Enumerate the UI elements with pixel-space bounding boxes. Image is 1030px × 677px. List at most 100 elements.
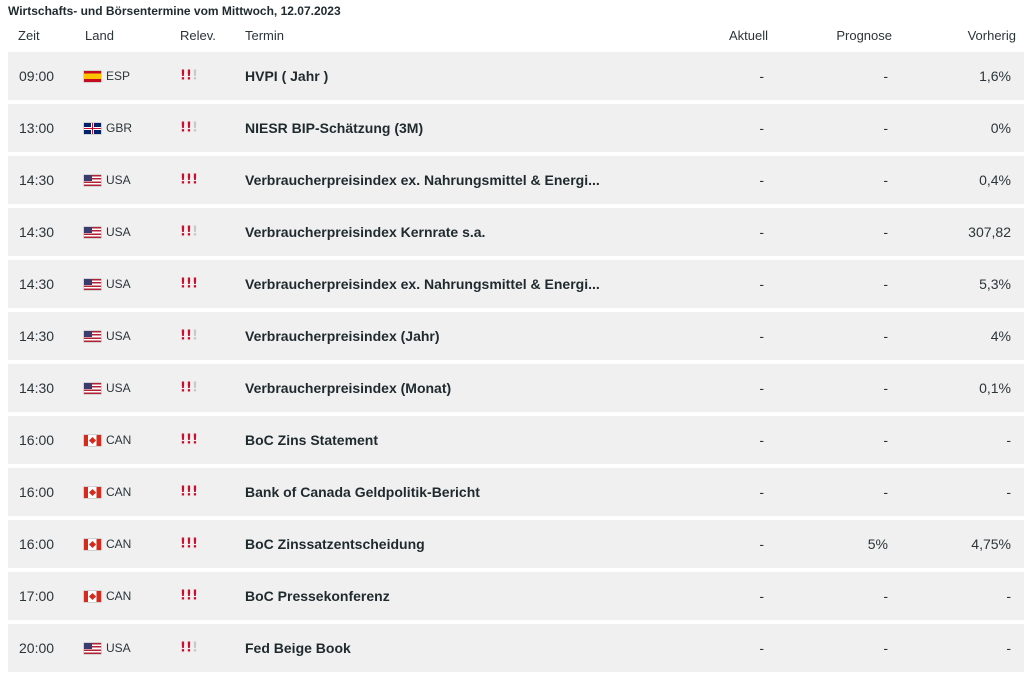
event-vorherig: - bbox=[1006, 588, 1011, 604]
event-prognose: - bbox=[883, 224, 888, 240]
exclamation-icon: ! bbox=[180, 484, 186, 500]
column-header-zeit[interactable]: Zeit bbox=[18, 28, 40, 43]
country-code: CAN bbox=[106, 537, 132, 551]
event-name[interactable]: Verbraucherpreisindex ex. Nahrungsmittel… bbox=[245, 172, 600, 188]
event-prognose: - bbox=[883, 172, 888, 188]
event-vorherig: 307,82 bbox=[968, 224, 1011, 240]
event-vorherig: 0,4% bbox=[979, 172, 1011, 188]
flag-icon bbox=[84, 382, 101, 394]
event-vorherig: - bbox=[1006, 640, 1011, 656]
event-name[interactable]: BoC Pressekonferenz bbox=[245, 588, 390, 604]
exclamation-icon: ! bbox=[192, 68, 198, 84]
table-row[interactable]: 16:00 CAN!!! BoC Zins Statement - - - bbox=[8, 416, 1024, 464]
country-code: CAN bbox=[106, 589, 132, 603]
column-header-aktuell[interactable]: Aktuell bbox=[729, 28, 768, 43]
event-prognose: 5% bbox=[867, 536, 888, 552]
event-vorherig: 1,6% bbox=[979, 68, 1011, 84]
event-name[interactable]: Verbraucherpreisindex (Monat) bbox=[245, 380, 451, 396]
table-row[interactable]: 14:30 USA!!! Verbraucherpreisindex ex. Nah… bbox=[8, 156, 1024, 204]
event-aktuell: - bbox=[759, 484, 764, 500]
table-row[interactable]: 14:30 USA!!! Verbraucherpreisindex (Jahr) -… bbox=[8, 312, 1024, 360]
event-country: USA bbox=[84, 641, 131, 655]
event-name[interactable]: HVPI ( Jahr ) bbox=[245, 68, 328, 84]
relevance-indicator: !!! bbox=[180, 434, 198, 447]
column-header-land[interactable]: Land bbox=[85, 28, 114, 43]
column-header-relev[interactable]: Relev. bbox=[180, 28, 216, 43]
flag-icon bbox=[84, 70, 101, 82]
table-row[interactable]: 09:00 ESP!!! HVPI ( Jahr ) - - 1,6% bbox=[8, 52, 1024, 100]
event-prognose: - bbox=[883, 432, 888, 448]
event-aktuell: - bbox=[759, 224, 764, 240]
event-name[interactable]: Verbraucherpreisindex (Jahr) bbox=[245, 328, 440, 344]
event-vorherig: 5,3% bbox=[979, 276, 1011, 292]
column-header-vorherig[interactable]: Vorherig bbox=[968, 28, 1016, 43]
column-header-prognose[interactable]: Prognose bbox=[836, 28, 892, 43]
exclamation-icon: ! bbox=[180, 276, 186, 292]
event-name[interactable]: NIESR BIP-Schätzung (3M) bbox=[245, 120, 423, 136]
event-time: 14:30 bbox=[19, 224, 55, 240]
exclamation-icon: ! bbox=[186, 640, 192, 656]
relevance-indicator: !!! bbox=[180, 68, 198, 84]
exclamation-icon: ! bbox=[180, 380, 186, 396]
exclamation-icon: ! bbox=[192, 640, 198, 656]
country-code: USA bbox=[106, 225, 131, 239]
events-table: 09:00 ESP!!! HVPI ( Jahr ) - - 1,6% 13:00 GBR!!… bbox=[8, 52, 1024, 676]
event-time: 16:00 bbox=[19, 536, 55, 552]
exclamation-icon: ! bbox=[180, 588, 186, 604]
event-name[interactable]: Verbraucherpreisindex Kernrate s.a. bbox=[245, 224, 485, 240]
table-row[interactable]: 14:30 USA!!! Verbraucherpreisindex ex. Nah… bbox=[8, 260, 1024, 308]
table-row[interactable]: 16:00 CAN!!! BoC Zinssatzentscheidung - 5% 4,… bbox=[8, 520, 1024, 568]
event-aktuell: - bbox=[759, 120, 764, 136]
relevance-indicator: !!! bbox=[180, 640, 198, 656]
country-code: USA bbox=[106, 173, 131, 187]
exclamation-icon: ! bbox=[186, 120, 192, 136]
event-country: USA bbox=[84, 173, 131, 187]
exclamation-icon: ! bbox=[192, 120, 198, 136]
table-row[interactable]: 14:30 USA!!! Verbraucherpreisindex Kernrat… bbox=[8, 208, 1024, 256]
event-name[interactable]: Bank of Canada Geldpolitik-Bericht bbox=[245, 484, 480, 500]
table-row[interactable]: 17:00 CAN!!! BoC Pressekonferenz - - - bbox=[8, 572, 1024, 620]
event-aktuell: - bbox=[759, 588, 764, 604]
event-time: 14:30 bbox=[19, 328, 55, 344]
table-row[interactable]: 20:00 USA!!! Fed Beige Book - - - bbox=[8, 624, 1024, 672]
exclamation-icon: ! bbox=[186, 224, 192, 240]
column-header-termin[interactable]: Termin bbox=[245, 28, 284, 43]
relevance-indicator: !!! bbox=[180, 172, 198, 188]
event-name[interactable]: Fed Beige Book bbox=[245, 640, 351, 656]
event-vorherig: 0,1% bbox=[979, 380, 1011, 396]
event-time: 14:30 bbox=[19, 380, 55, 396]
event-vorherig: 4,75% bbox=[971, 536, 1011, 552]
flag-icon bbox=[84, 122, 101, 134]
event-aktuell: - bbox=[759, 276, 764, 292]
event-vorherig: - bbox=[1006, 432, 1011, 448]
event-country: USA bbox=[84, 329, 131, 343]
table-row[interactable]: 16:00 CAN!!! Bank of Canada Geldpolitik-Be… bbox=[8, 468, 1024, 516]
relevance-indicator: !!! bbox=[180, 120, 198, 136]
event-name[interactable]: BoC Zins Statement bbox=[245, 432, 378, 448]
exclamation-icon: ! bbox=[186, 172, 192, 188]
country-code: ESP bbox=[106, 69, 131, 83]
event-prognose: - bbox=[883, 328, 888, 344]
table-row[interactable]: 14:30 USA!!! Verbraucherpreisindex (Monat)… bbox=[8, 364, 1024, 412]
event-country: CAN bbox=[84, 485, 131, 499]
event-aktuell: - bbox=[759, 328, 764, 344]
event-name[interactable]: BoC Zinssatzentscheidung bbox=[245, 536, 425, 552]
relevance-indicator: !!! bbox=[180, 276, 198, 292]
flag-icon bbox=[84, 330, 101, 342]
flag-icon bbox=[84, 226, 101, 238]
event-time: 17:00 bbox=[19, 588, 55, 604]
country-code: GBR bbox=[106, 121, 133, 135]
table-row[interactable]: 13:00 GBR!!! NIESR BIP-Schätzung (3M) - - 0% bbox=[8, 104, 1024, 152]
event-vorherig: - bbox=[1006, 484, 1011, 500]
exclamation-icon: ! bbox=[186, 68, 192, 84]
table-header: Zeit Land Relev. Termin Aktuell Prognose… bbox=[8, 24, 1024, 50]
exclamation-icon: ! bbox=[192, 224, 198, 240]
event-aktuell: - bbox=[759, 172, 764, 188]
country-code: USA bbox=[106, 381, 131, 395]
event-time: 16:00 bbox=[19, 432, 55, 448]
exclamation-icon: ! bbox=[186, 484, 192, 500]
flag-icon bbox=[84, 174, 101, 186]
flag-icon bbox=[84, 434, 101, 446]
exclamation-icon: ! bbox=[192, 328, 198, 344]
event-name[interactable]: Verbraucherpreisindex ex. Nahrungsmittel… bbox=[245, 276, 600, 292]
